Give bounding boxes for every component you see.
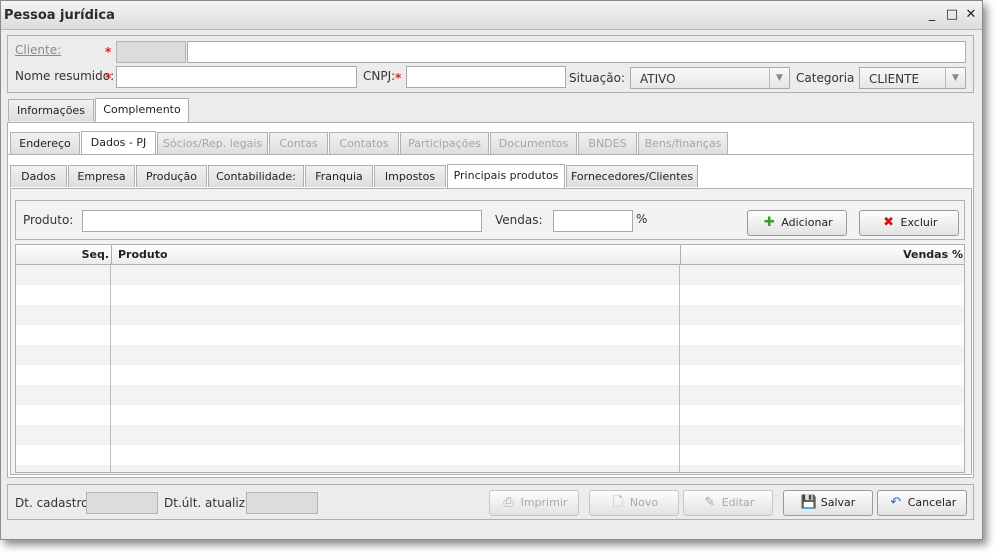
cliente-required-mark: *	[105, 45, 112, 59]
table-row	[16, 365, 964, 385]
excluir-label: Excluir	[900, 216, 938, 229]
cliente-name-field[interactable]	[187, 41, 966, 63]
tab-bndes[interactable]: BNDES	[578, 132, 637, 154]
tab-participacoes[interactable]: Participações	[400, 132, 489, 154]
adicionar-button[interactable]: ✚ Adicionar	[747, 210, 847, 236]
percent-label: %	[636, 212, 648, 226]
categoria-label: Categoria	[796, 71, 855, 85]
tab-empresa[interactable]: Empresa	[68, 165, 135, 187]
pencil-icon: ✎	[704, 495, 716, 510]
table-row	[16, 445, 964, 465]
tab-bens-financas[interactable]: Bens/finanças	[638, 132, 728, 154]
table-row	[16, 265, 964, 285]
tab-producao[interactable]: Produção	[136, 165, 207, 187]
col-divider	[679, 265, 680, 472]
cliente-label[interactable]: Cliente:	[15, 43, 61, 57]
tab-fornecedores-clientes[interactable]: Fornecedores/Clientes	[566, 165, 698, 187]
tab-contatos[interactable]: Contatos	[329, 132, 399, 154]
printer-icon: ⎙	[503, 495, 514, 510]
col-vendas[interactable]: Vendas %	[682, 248, 963, 261]
tab-franquia[interactable]: Franquia	[305, 165, 373, 187]
chevron-down-icon[interactable]: ▼	[769, 68, 789, 88]
cnpj-field[interactable]	[406, 66, 566, 88]
situacao-select[interactable]: ATIVO ▼	[630, 67, 790, 89]
tab-complemento[interactable]: Complemento	[95, 98, 189, 122]
produto-label: Produto:	[23, 213, 74, 227]
dt-ult-atualiz-label: Dt.últ. atualiz.:	[164, 496, 253, 510]
cnpj-label: CNPJ:	[363, 69, 396, 83]
tab-documentos[interactable]: Documentos	[490, 132, 577, 154]
nome-resumido-label: Nome resumido:	[15, 69, 115, 83]
editar-button[interactable]: ✎ Editar	[683, 490, 773, 516]
undo-arrow-icon: ↶	[890, 495, 902, 510]
tab-divider	[7, 154, 974, 155]
dt-cadastro-label: Dt. cadastro:	[15, 496, 93, 510]
plus-icon: ✚	[763, 215, 775, 230]
x-icon: ✖	[883, 215, 894, 230]
tab-informacoes[interactable]: Informações	[8, 99, 94, 121]
table-row	[16, 325, 964, 345]
cancelar-label: Cancelar	[907, 496, 957, 509]
tab-dados[interactable]: Dados	[10, 165, 67, 187]
novo-label: Novo	[629, 496, 659, 509]
dt-ult-atualiz-field	[246, 492, 318, 514]
col-produto[interactable]: Produto	[118, 248, 168, 261]
imprimir-button[interactable]: ⎙ Imprimir	[489, 490, 579, 516]
window-title: Pessoa jurídica	[4, 8, 115, 23]
close-icon[interactable]: ✕	[963, 7, 979, 23]
dt-cadastro-field	[86, 492, 158, 514]
tab-socios[interactable]: Sócios/Rep. legais	[157, 132, 268, 154]
title-bar: Pessoa jurídica _ □ ✕	[1, 1, 982, 30]
produtos-grid-body[interactable]	[15, 265, 965, 473]
table-row	[16, 425, 964, 445]
tab-contabilidade[interactable]: Contabilidade:	[208, 165, 304, 187]
excluir-button[interactable]: ✖ Excluir	[859, 210, 959, 236]
table-row	[16, 305, 964, 325]
save-icon: 💾	[800, 495, 817, 510]
cancelar-button[interactable]: ↶ Cancelar	[877, 490, 967, 516]
table-row	[16, 285, 964, 305]
vendas-label: Vendas:	[495, 213, 543, 227]
nome-required-mark: *	[105, 71, 112, 85]
categoria-value: CLIENTE	[869, 72, 920, 86]
cliente-code-field[interactable]	[116, 41, 186, 63]
nome-resumido-field[interactable]	[116, 66, 357, 88]
table-row	[16, 465, 964, 472]
cnpj-required-mark: *	[395, 71, 402, 85]
col-seq[interactable]: Seq.	[16, 248, 109, 261]
situacao-label: Situação:	[569, 71, 625, 85]
novo-button[interactable]: 🗋 Novo	[589, 490, 679, 516]
imprimir-label: Imprimir	[520, 496, 568, 509]
col-divider	[110, 265, 111, 472]
produtos-grid-header: Seq. Produto Vendas %	[15, 244, 965, 265]
tab-impostos[interactable]: Impostos	[374, 165, 446, 187]
situacao-value: ATIVO	[640, 72, 676, 86]
tab-dados-pj[interactable]: Dados - PJ	[81, 131, 156, 155]
salvar-label: Salvar	[820, 496, 856, 509]
new-document-icon: 🗋	[612, 495, 624, 510]
salvar-button[interactable]: 💾 Salvar	[783, 490, 873, 516]
produto-field[interactable]	[82, 210, 482, 232]
categoria-select[interactable]: CLIENTE ▼	[859, 67, 966, 89]
table-row	[16, 385, 964, 405]
tab-endereco[interactable]: Endereço	[10, 132, 80, 154]
table-row	[16, 405, 964, 425]
vendas-field[interactable]	[553, 210, 633, 232]
chevron-down-icon[interactable]: ▼	[945, 68, 965, 88]
tab-principais-produtos[interactable]: Principais produtos	[447, 164, 565, 188]
table-row	[16, 345, 964, 365]
maximize-icon[interactable]: □	[944, 7, 960, 23]
col-divider	[111, 245, 112, 265]
col-divider	[680, 245, 681, 265]
tab-contas[interactable]: Contas	[269, 132, 328, 154]
editar-label: Editar	[721, 496, 755, 509]
adicionar-label: Adicionar	[781, 216, 833, 229]
pessoa-juridica-window: Pessoa jurídica _ □ ✕ Cliente: * Nome re…	[0, 0, 983, 540]
minimize-icon[interactable]: _	[924, 7, 940, 23]
